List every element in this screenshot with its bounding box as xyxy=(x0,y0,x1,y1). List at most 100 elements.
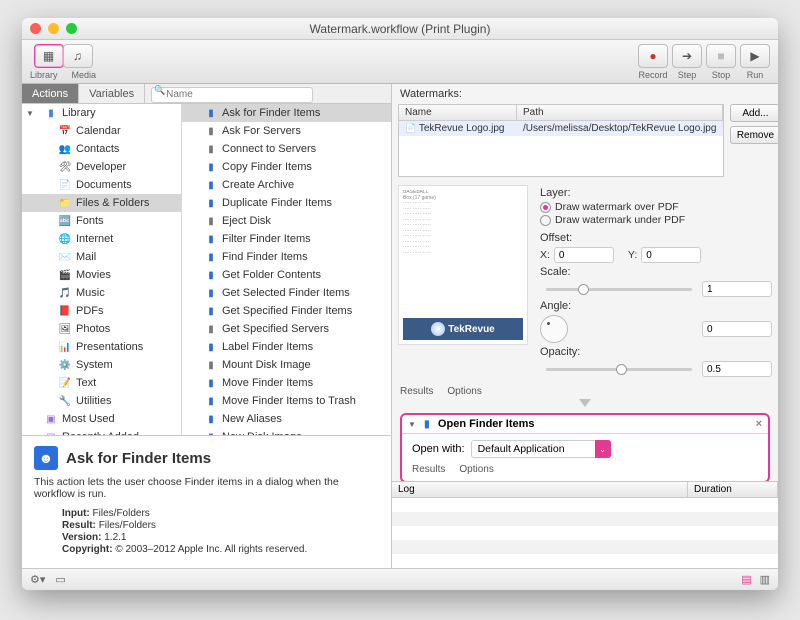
category-icon: 🛠 xyxy=(58,161,72,173)
col-path-header[interactable]: Path xyxy=(517,105,723,120)
disclosure-icon[interactable]: ▼ xyxy=(408,420,416,429)
sidebar-item-mail[interactable]: ✉️Mail xyxy=(22,248,181,266)
category-icon: 📄 xyxy=(58,179,72,191)
action-item[interactable]: ▮Mount Disk Image xyxy=(182,356,391,374)
workflow-view-icon[interactable]: ▭ xyxy=(55,573,65,586)
remove-button[interactable]: Remove xyxy=(730,126,778,144)
sidebar-item-music[interactable]: 🎵Music xyxy=(22,284,181,302)
sidebar-item-calendar[interactable]: 📅Calendar xyxy=(22,122,181,140)
action-item[interactable]: ▮Create Archive xyxy=(182,176,391,194)
y-input[interactable] xyxy=(641,247,701,263)
sidebar-item-label: Developer xyxy=(76,161,126,173)
preview-brand: TekRevue xyxy=(448,324,495,335)
action-icon: ▮ xyxy=(204,359,218,371)
sidebar-item-label: System xyxy=(76,359,113,371)
toolbar: ▦ ♫ Library Media ●Record ➔Step ■Stop ▶R… xyxy=(22,40,778,84)
action-item[interactable]: ▮New Disk Image xyxy=(182,428,391,435)
sidebar-item-presentations[interactable]: 📊Presentations xyxy=(22,338,181,356)
sidebar-item-internet[interactable]: 🌐Internet xyxy=(22,230,181,248)
sidebar-item-utilities[interactable]: 🔧Utilities xyxy=(22,392,181,410)
action-item[interactable]: ▮Get Folder Contents xyxy=(182,266,391,284)
options-tab-lower[interactable]: Options xyxy=(459,464,493,475)
angle-dial[interactable] xyxy=(540,315,568,343)
sidebar-item-label: Mail xyxy=(76,251,96,263)
action-item[interactable]: ▮Get Selected Finder Items xyxy=(182,284,391,302)
action-icon: ▮ xyxy=(204,287,218,299)
action-item[interactable]: ▮Label Finder Items xyxy=(182,338,391,356)
opacity-slider[interactable] xyxy=(546,368,692,371)
action-item[interactable]: ▮Duplicate Finder Items xyxy=(182,194,391,212)
action-item[interactable]: ▮Find Finder Items xyxy=(182,248,391,266)
action-item[interactable]: ▮Ask for Finder Items xyxy=(182,104,391,122)
media-toggle-button[interactable]: ♫ xyxy=(63,44,93,68)
sidebar-item-pdfs[interactable]: 📕PDFs xyxy=(22,302,181,320)
action-item[interactable]: ▮Get Specified Servers xyxy=(182,320,391,338)
sidebar-item-contacts[interactable]: 👥Contacts xyxy=(22,140,181,158)
open-with-label: Open with: xyxy=(412,443,465,455)
action-item[interactable]: ▮Eject Disk xyxy=(182,212,391,230)
action-item[interactable]: ▮Get Specified Finder Items xyxy=(182,302,391,320)
sidebar-item-developer[interactable]: 🛠 Developer xyxy=(22,158,181,176)
chevron-down-icon: ⌄ xyxy=(595,440,611,458)
scale-input[interactable] xyxy=(702,281,772,297)
action-item[interactable]: ▮Move Finder Items xyxy=(182,374,391,392)
sidebar-item-photos[interactable]: 🖼Photos xyxy=(22,320,181,338)
action-item[interactable]: ▮New Aliases xyxy=(182,410,391,428)
watermark-preview: BASEBALLBox (17 game)····· ····· ·······… xyxy=(398,185,528,345)
action-icon: ▮ xyxy=(204,107,218,119)
opacity-input[interactable] xyxy=(702,361,772,377)
library-toggle-button[interactable]: ▦ xyxy=(34,44,64,68)
action-item-label: Create Archive xyxy=(222,179,294,191)
action-item[interactable]: ▮Copy Finder Items xyxy=(182,158,391,176)
category-icon: ⚙️ xyxy=(58,359,72,371)
gear-icon[interactable]: ⚙︎▾ xyxy=(30,573,45,586)
duration-header[interactable]: Duration xyxy=(688,482,778,497)
options-tab-upper[interactable]: Options xyxy=(447,386,481,397)
action-item[interactable]: ▮Move Finder Items to Trash xyxy=(182,392,391,410)
log-header[interactable]: Log xyxy=(392,482,688,497)
action-item-label: Move Finder Items xyxy=(222,377,313,389)
results-tab-upper[interactable]: Results xyxy=(400,386,433,397)
action-item-label: Get Specified Finder Items xyxy=(222,305,352,317)
close-icon[interactable]: × xyxy=(756,418,762,430)
action-item[interactable]: ▮Filter Finder Items xyxy=(182,230,391,248)
action-item[interactable]: ▮Ask For Servers xyxy=(182,122,391,140)
action-item[interactable]: ▮Connect to Servers xyxy=(182,140,391,158)
stop-button[interactable]: ■ xyxy=(706,44,736,68)
opacity-label: Opacity: xyxy=(540,346,772,358)
tab-actions[interactable]: Actions xyxy=(22,84,79,103)
grid-view-icon[interactable]: ▥ xyxy=(760,573,770,586)
layer-over-option[interactable]: Draw watermark over PDF xyxy=(540,201,772,213)
tab-variables[interactable]: Variables xyxy=(79,84,145,103)
sidebar-item-system[interactable]: ⚙️ System xyxy=(22,356,181,374)
angle-input[interactable] xyxy=(702,321,772,337)
version-value: 1.2.1 xyxy=(104,532,126,543)
sidebar-item-fonts[interactable]: 🔤Fonts xyxy=(22,212,181,230)
sidebar-item-most-used[interactable]: ▣ Most Used xyxy=(22,410,181,428)
sidebar-item-files-folders[interactable]: 📁Files & Folders xyxy=(22,194,181,212)
sidebar-item-label: Fonts xyxy=(76,215,104,227)
sidebar-item-text[interactable]: 📝Text xyxy=(22,374,181,392)
run-button[interactable]: ▶ xyxy=(740,44,770,68)
search-input[interactable] xyxy=(151,87,313,103)
record-button[interactable]: ● xyxy=(638,44,668,68)
add-button[interactable]: Add... xyxy=(730,104,778,122)
open-with-select[interactable]: Default Application ⌄ xyxy=(471,440,611,458)
x-input[interactable] xyxy=(554,247,614,263)
library-root[interactable]: ▼▮Library xyxy=(22,104,181,122)
smart-folder-icon: ▣ xyxy=(44,413,58,425)
table-row[interactable]: 📄 TekRevue Logo.jpg /Users/melissa/Deskt… xyxy=(399,121,723,136)
layer-under-option[interactable]: Draw watermark under PDF xyxy=(540,214,772,226)
list-view-icon[interactable]: ▤ xyxy=(741,573,751,586)
log-rows xyxy=(392,498,778,568)
sidebar-item-recently-added[interactable]: ▣Recently Added xyxy=(22,428,181,435)
sidebar-item-documents[interactable]: 📄Documents xyxy=(22,176,181,194)
watermarks-table[interactable]: Name Path 📄 TekRevue Logo.jpg /Users/mel… xyxy=(398,104,724,177)
scale-slider[interactable] xyxy=(546,288,692,291)
sidebar-item-label: Most Used xyxy=(62,413,115,425)
results-tab-lower[interactable]: Results xyxy=(412,464,445,475)
col-name-header[interactable]: Name xyxy=(399,105,517,120)
sidebar-item-movies[interactable]: 🎬Movies xyxy=(22,266,181,284)
input-label: Input: xyxy=(62,508,90,519)
step-button[interactable]: ➔ xyxy=(672,44,702,68)
